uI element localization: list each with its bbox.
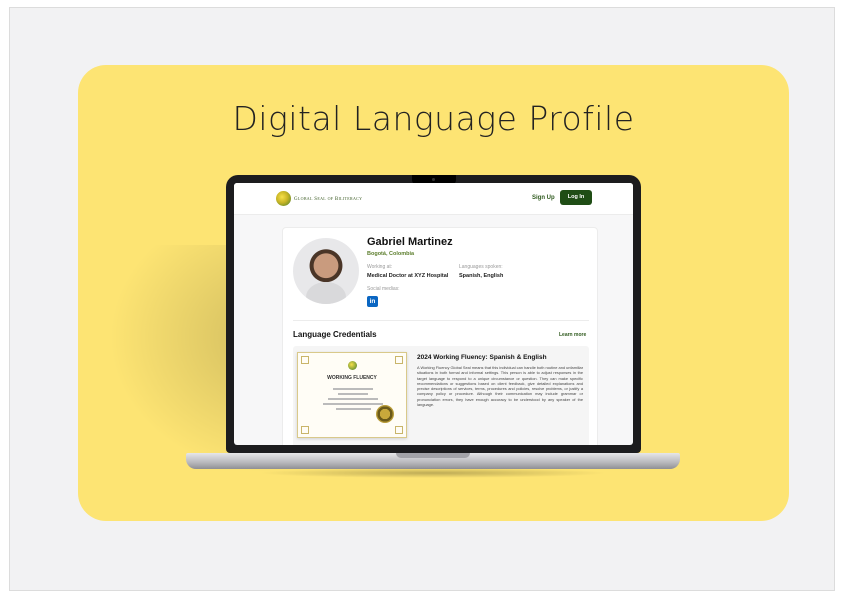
certificate-thumbnail[interactable]: WORKING FLUENCY	[297, 352, 407, 438]
certificate-logo-icon	[348, 361, 357, 370]
laptop-base-shadow	[258, 468, 608, 478]
working-at-label: Working at:	[367, 264, 393, 270]
working-at-value: Medical Doctor at XYZ Hospital	[367, 273, 449, 279]
credential-description: A Working Fluency Global Seal means that…	[417, 365, 583, 408]
languages-value: Spanish, English	[459, 273, 504, 279]
linkedin-icon[interactable]: in	[367, 296, 378, 307]
site-navbar: Global Seal of Biliteracy Sign Up Log In	[234, 183, 633, 215]
gold-seal-icon	[376, 405, 394, 423]
logo-icon[interactable]	[276, 191, 291, 206]
laptop-base	[186, 453, 680, 469]
avatar	[293, 238, 359, 304]
laptop-base-groove	[396, 453, 470, 458]
social-label: Social medias:	[367, 286, 400, 292]
languages-label: Languages spoken:	[459, 264, 503, 270]
laptop-screen: Global Seal of Biliteracy Sign Up Log In…	[234, 183, 633, 445]
log-in-button[interactable]: Log In	[560, 190, 592, 205]
certificate-heading: WORKING FLUENCY	[327, 375, 377, 381]
credentials-title: Language Credentials	[293, 330, 377, 339]
profile-location: Bogotá, Colombia	[367, 251, 415, 257]
credential-title: 2024 Working Fluency: Spanish & English	[417, 354, 547, 361]
credential-item[interactable]: WORKING FLUENCY 2024 Working Fluency: Sp…	[293, 346, 589, 445]
certificate-corner-ornament	[301, 426, 309, 434]
sign-up-link[interactable]: Sign Up	[532, 195, 555, 201]
hero-title: Digital Language Profile	[232, 99, 635, 138]
profile-card: Gabriel Martinez Bogotá, Colombia Workin…	[282, 227, 598, 445]
certificate-corner-ornament	[301, 356, 309, 364]
learn-more-link[interactable]: Learn more	[559, 332, 586, 338]
certificate-corner-ornament	[395, 426, 403, 434]
certificate-corner-ornament	[395, 356, 403, 364]
divider	[293, 320, 589, 321]
laptop-mockup: Global Seal of Biliteracy Sign Up Log In…	[226, 175, 641, 453]
hero-card: Digital Language Profile Global Seal of …	[78, 65, 789, 521]
profile-name: Gabriel Martinez	[367, 236, 453, 248]
outer-frame: Digital Language Profile Global Seal of …	[9, 7, 835, 591]
logo-text[interactable]: Global Seal of Biliteracy	[294, 196, 362, 202]
